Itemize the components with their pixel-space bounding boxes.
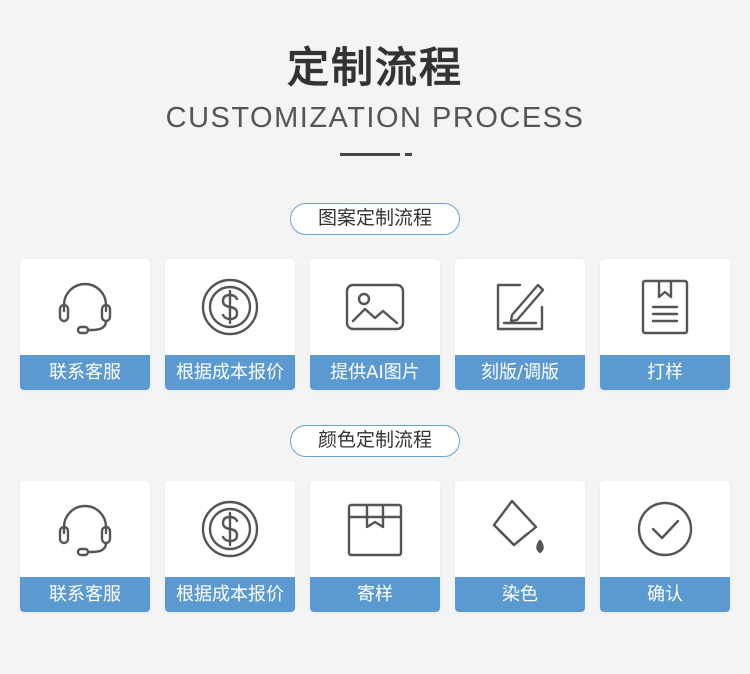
- step-card-contact-service[interactable]: 联系客服: [20, 481, 150, 612]
- step-card-confirm[interactable]: 确认: [600, 481, 730, 612]
- step-card-quote[interactable]: 根据成本报价: [165, 481, 295, 612]
- step-label: 联系客服: [20, 355, 150, 390]
- step-label: 根据成本报价: [165, 355, 295, 390]
- edit-pen-icon: [455, 259, 585, 355]
- dollar-coin-icon: [165, 259, 295, 355]
- headset-icon: [20, 259, 150, 355]
- headset-icon: [20, 481, 150, 577]
- document-bookmark-icon: [600, 259, 730, 355]
- image-icon: [310, 259, 440, 355]
- title-divider-short: [405, 153, 412, 156]
- dollar-coin-icon: [165, 481, 295, 577]
- section-title-pill: 颜色定制流程: [290, 425, 460, 457]
- step-label: 联系客服: [20, 577, 150, 612]
- step-card-dyeing[interactable]: 染色: [455, 481, 585, 612]
- step-label: 染色: [455, 577, 585, 612]
- title-divider-long: [340, 153, 400, 156]
- step-card-proofing[interactable]: 打样: [600, 259, 730, 390]
- step-label: 刻版/调版: [455, 355, 585, 390]
- step-card-quote[interactable]: 根据成本报价: [165, 259, 295, 390]
- step-label: 提供AI图片: [310, 355, 440, 390]
- page-subtitle: CUSTOMIZATION PROCESS: [165, 102, 585, 134]
- check-circle-icon: [600, 481, 730, 577]
- step-card-engraving[interactable]: 刻版/调版: [455, 259, 585, 390]
- step-label: 寄样: [310, 577, 440, 612]
- step-label: 确认: [600, 577, 730, 612]
- step-card-send-sample[interactable]: 寄样: [310, 481, 440, 612]
- package-box-icon: [310, 481, 440, 577]
- step-card-contact-service[interactable]: 联系客服: [20, 259, 150, 390]
- step-card-provide-ai-image[interactable]: 提供AI图片: [310, 259, 440, 390]
- step-label: 根据成本报价: [165, 577, 295, 612]
- section-title-pill: 图案定制流程: [290, 203, 460, 235]
- step-label: 打样: [600, 355, 730, 390]
- page-title: 定制流程: [286, 43, 463, 92]
- paint-bucket-icon: [455, 481, 585, 577]
